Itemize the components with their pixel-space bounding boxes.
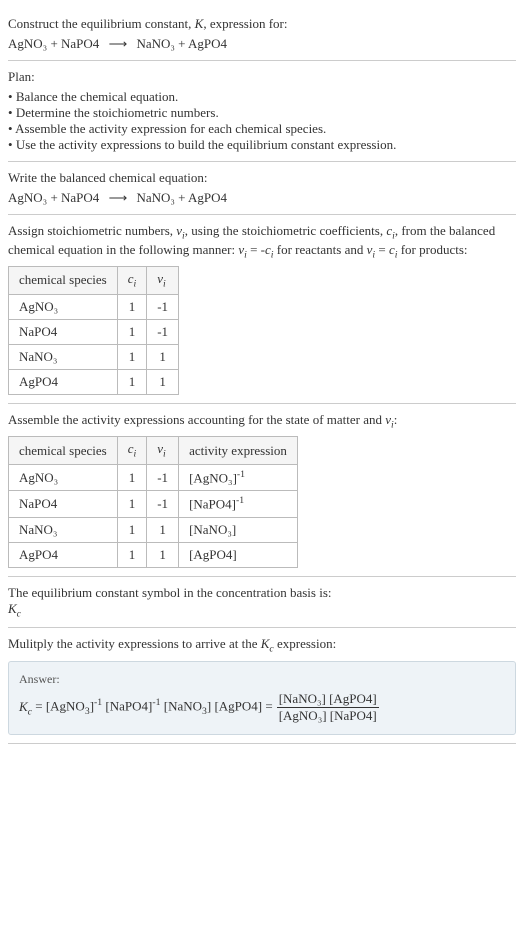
answer-denominator: [AgNO₃] [NaPO4] (277, 708, 379, 724)
symbol-heading: The equilibrium constant symbol in the c… (8, 585, 516, 601)
table-row: AgNO₃ 1 -1 (9, 294, 179, 319)
table-header-row: chemical species ci νi (9, 267, 179, 295)
col-activity: activity expression (179, 437, 298, 465)
activity-section: Assemble the activity expressions accoun… (8, 404, 516, 577)
cell-v: -1 (147, 294, 179, 319)
cell-activity: [AgPO4] (179, 542, 298, 567)
cell-species: NaPO4 (9, 319, 118, 344)
cell-species: AgPO4 (9, 369, 118, 394)
table-row: NaNO₃ 1 1 [NaNO₃] (9, 517, 298, 542)
multiply-section: Mulitply the activity expressions to arr… (8, 628, 516, 744)
cell-species: AgNO₃ (9, 464, 118, 490)
answer-numerator: [NaNO₃] [AgPO4] (277, 691, 379, 708)
plan-list: Balance the chemical equation. Determine… (8, 89, 516, 153)
answer-fraction: [NaNO₃] [AgPO4] [AgNO₃] [NaPO4] (277, 691, 379, 724)
table-row: AgNO₃ 1 -1 [AgNO₃]-1 (9, 464, 298, 490)
balanced-equation: AgNO₃ + NaPO4 ⟶ NaNO₃ + AgPO4 (8, 190, 516, 206)
cell-c: 1 (117, 319, 147, 344)
table-row: NaPO4 1 -1 [NaPO4]-1 (9, 491, 298, 517)
answer-formula: Kc = [AgNO3]-1 [NaPO4]-1 [NaNO3] [AgPO4]… (19, 691, 505, 724)
cell-species: AgNO₃ (9, 294, 118, 319)
symbol-value: Kc (8, 601, 516, 620)
cell-c: 1 (117, 294, 147, 319)
table-row: AgPO4 1 1 (9, 369, 179, 394)
cell-activity: [NaPO4]-1 (179, 491, 298, 517)
balanced-heading: Write the balanced chemical equation: (8, 170, 516, 186)
balanced-section: Write the balanced chemical equation: Ag… (8, 162, 516, 215)
cell-v: -1 (147, 319, 179, 344)
intro-text: Construct the equilibrium constant, K, e… (8, 16, 516, 32)
balanced-eq-lhs: AgNO₃ + NaPO4 (8, 190, 99, 205)
intro-equation: AgNO₃ + NaPO4 ⟶ NaNO₃ + AgPO4 (8, 36, 516, 52)
intro-eq-lhs: AgNO₃ + NaPO4 (8, 36, 99, 51)
cell-c: 1 (117, 542, 147, 567)
arrow-icon: ⟶ (109, 190, 128, 205)
col-c: ci (117, 437, 147, 465)
stoich-table: chemical species ci νi AgNO₃ 1 -1 NaPO4 … (8, 266, 179, 395)
cell-c: 1 (117, 491, 147, 517)
cell-species: NaNO₃ (9, 517, 118, 542)
plan-item: Determine the stoichiometric numbers. (8, 105, 516, 121)
cell-species: NaPO4 (9, 491, 118, 517)
cell-v: 1 (147, 344, 179, 369)
cell-c: 1 (117, 344, 147, 369)
answer-box: Answer: Kc = [AgNO3]-1 [NaPO4]-1 [NaNO3]… (8, 661, 516, 735)
col-v: νi (147, 267, 179, 295)
activity-heading: Assemble the activity expressions accoun… (8, 412, 516, 431)
table-row: AgPO4 1 1 [AgPO4] (9, 542, 298, 567)
stoich-heading: Assign stoichiometric numbers, νi, using… (8, 223, 516, 260)
multiply-heading: Mulitply the activity expressions to arr… (8, 636, 516, 655)
plan-heading: Plan: (8, 69, 516, 85)
plan-item: Balance the chemical equation. (8, 89, 516, 105)
cell-activity: [AgNO₃]-1 (179, 464, 298, 490)
symbol-section: The equilibrium constant symbol in the c… (8, 577, 516, 629)
activity-table: chemical species ci νi activity expressi… (8, 436, 298, 567)
cell-species: NaNO₃ (9, 344, 118, 369)
intro-section: Construct the equilibrium constant, K, e… (8, 8, 516, 61)
arrow-icon: ⟶ (109, 36, 128, 51)
table-row: NaNO₃ 1 1 (9, 344, 179, 369)
answer-label: Answer: (19, 672, 505, 687)
cell-v: -1 (147, 464, 179, 490)
col-v: νi (147, 437, 179, 465)
cell-c: 1 (117, 369, 147, 394)
balanced-eq-rhs: NaNO₃ + AgPO4 (136, 190, 227, 205)
table-header-row: chemical species ci νi activity expressi… (9, 437, 298, 465)
cell-c: 1 (117, 517, 147, 542)
stoich-section: Assign stoichiometric numbers, νi, using… (8, 215, 516, 404)
col-species: chemical species (9, 437, 118, 465)
col-species: chemical species (9, 267, 118, 295)
answer-lhs: Kc = [AgNO3]-1 [NaPO4]-1 [NaNO3] [AgPO4]… (19, 697, 273, 717)
cell-v: 1 (147, 517, 179, 542)
table-row: NaPO4 1 -1 (9, 319, 179, 344)
cell-v: 1 (147, 369, 179, 394)
col-c: ci (117, 267, 147, 295)
plan-item: Assemble the activity expression for eac… (8, 121, 516, 137)
cell-v: -1 (147, 491, 179, 517)
cell-c: 1 (117, 464, 147, 490)
cell-activity: [NaNO₃] (179, 517, 298, 542)
plan-item: Use the activity expressions to build th… (8, 137, 516, 153)
cell-species: AgPO4 (9, 542, 118, 567)
cell-v: 1 (147, 542, 179, 567)
plan-section: Plan: Balance the chemical equation. Det… (8, 61, 516, 162)
intro-eq-rhs: NaNO₃ + AgPO4 (136, 36, 227, 51)
